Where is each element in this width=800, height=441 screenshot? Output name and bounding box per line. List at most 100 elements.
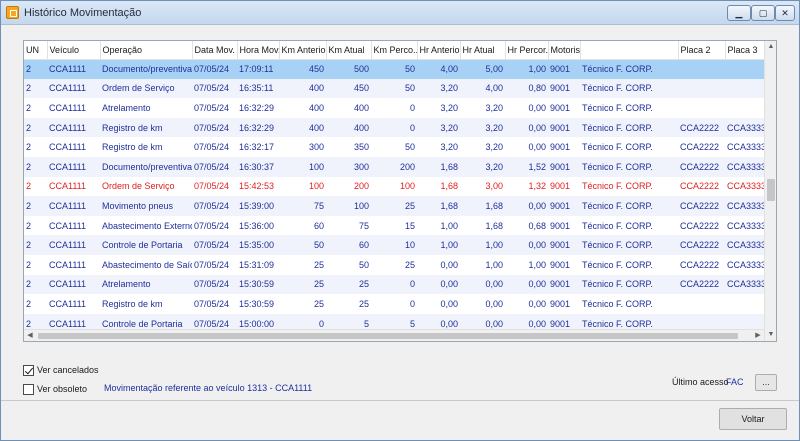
table-cell: CCA3333 [727, 259, 764, 270]
table-row[interactable]: 2 CCA1111 Documento/preventiva 07/05/24 16:3… [24, 156, 764, 177]
table-cell: Ordem de Serviço [102, 181, 175, 192]
table-cell: 2 [24, 78, 47, 99]
table-cell: 07/05/24 [192, 117, 237, 138]
horizontal-scrollbar[interactable]: ◀ ▶ [24, 329, 764, 341]
table-cell: 0,00 [505, 196, 548, 216]
table-cell: Técnico F. CORP. [580, 274, 678, 295]
table-cell: 60 [326, 235, 371, 255]
table-cell: CCA1111 [47, 235, 100, 255]
title-bar[interactable]: Histórico Movimentação ▁ ▢ ✕ [1, 1, 799, 25]
show-cancelled-checkbox[interactable] [23, 364, 34, 376]
column-header[interactable]: Placa 3 [725, 41, 765, 60]
table-row[interactable]: 2 CCA1111 Abastecimento Externo 07/05/24 15:… [24, 216, 764, 236]
table-cell: CCA2222 [680, 142, 720, 153]
table-cell: 60 [313, 220, 324, 231]
scroll-down-icon[interactable]: ▼ [765, 329, 777, 341]
vertical-scrollbar[interactable]: ▲ ▼ [764, 41, 776, 341]
table-row[interactable]: 2 CCA1111 Registro de km 07/05/24 16:32:29 40… [24, 117, 764, 138]
table-cell: 15:31:09 [239, 259, 275, 270]
table-cell: Abastecimento Externo [102, 220, 192, 231]
table-cell: CCA2222 [678, 156, 725, 177]
table-cell [678, 78, 725, 99]
table-row[interactable]: 2 CCA1111 Abastecimento de Saída 07/05/24 15… [24, 255, 764, 275]
table-row[interactable]: 2 CCA1111 Registro de km 07/05/24 16:32:17 30… [24, 137, 764, 157]
table-cell: 200 [371, 156, 417, 177]
table-cell: 0 [371, 274, 417, 295]
column-header[interactable]: Hr Anterior [417, 41, 461, 60]
table-cell: 15:42:53 [239, 181, 275, 192]
table-cell: 400 [279, 78, 326, 99]
table-cell: 3,20 [417, 78, 460, 99]
table-cell: 4,00 [417, 59, 460, 79]
maximize-button[interactable]: ▢ [751, 5, 775, 21]
column-header[interactable]: Km Atual [326, 41, 372, 60]
table-cell: 2 [26, 298, 32, 309]
table-cell: 450 [326, 78, 371, 99]
table-cell: 400 [279, 117, 326, 138]
table-row[interactable]: 2 CCA1111 Ordem de Serviço 07/05/24 16:35:11… [24, 78, 764, 99]
column-header[interactable]: Operação [100, 41, 193, 60]
table-cell: 15 [404, 220, 415, 231]
column-header[interactable] [580, 41, 679, 60]
table-cell: 75 [358, 220, 369, 231]
column-header[interactable]: Hr Percor... [505, 41, 549, 60]
table-cell: Técnico F. CORP. [582, 142, 653, 153]
table-cell: CCA3333 [727, 142, 764, 153]
table-cell: 16:30:37 [237, 156, 279, 177]
table-cell: 0 [409, 298, 415, 309]
table-cell: 0,00 [505, 274, 548, 295]
table-row[interactable]: 2 CCA1111 Documento/preventiva 07/05/24 17:0… [24, 59, 764, 79]
back-button[interactable]: Voltar [719, 408, 787, 430]
table-cell: 15:30:59 [237, 274, 279, 295]
table-cell: 25 [279, 274, 326, 295]
column-header[interactable]: Motorista [548, 41, 581, 60]
browse-button[interactable]: ... [755, 374, 777, 391]
table-row[interactable]: 2 CCA1111 Movimento pneus 07/05/24 15:39:00 7… [24, 196, 764, 216]
close-button[interactable]: ✕ [775, 5, 795, 21]
table-cell: 0,00 [528, 142, 546, 153]
table-cell: Atrelamento [100, 274, 192, 295]
column-header[interactable]: Hora Mov. [237, 41, 280, 60]
column-header[interactable]: Hr Atual [460, 41, 506, 60]
table-cell: CCA1111 [47, 196, 100, 216]
table-cell: Técnico F. CORP. [580, 117, 678, 138]
table-cell: 07/05/24 [194, 220, 230, 231]
table-cell: CCA1111 [49, 259, 87, 270]
scroll-right-icon[interactable]: ▶ [752, 330, 764, 342]
vertical-scroll-thumb[interactable] [767, 179, 775, 201]
horizontal-scroll-thumb[interactable] [38, 333, 738, 339]
table-row[interactable]: 2 CCA1111 Atrelamento 07/05/24 15:30:59 25 25 0… [24, 274, 764, 295]
last-access-label: Último acesso [672, 377, 729, 387]
table-cell: 07/05/24 [192, 78, 237, 99]
table-cell: Atrelamento [102, 102, 151, 113]
table-cell: 1,00 [528, 259, 546, 270]
table-cell: 2 [26, 142, 32, 153]
column-header[interactable]: Km Anterior [279, 41, 327, 60]
scroll-left-icon[interactable]: ◀ [24, 330, 36, 342]
show-cancelled-option[interactable]: Ver cancelados [23, 363, 99, 377]
table-cell: CCA2222 [678, 235, 725, 255]
column-header[interactable]: Data Mov. [192, 41, 238, 60]
table-cell: 50 [279, 235, 326, 255]
scroll-up-icon[interactable]: ▲ [765, 41, 777, 53]
table-row[interactable]: 2 CCA1111 Atrelamento 07/05/24 16:32:29 400 40… [24, 98, 764, 118]
column-header[interactable]: Veículo [47, 41, 101, 60]
table-cell: 0,00 [485, 298, 503, 309]
table-cell: 3,20 [460, 117, 505, 138]
table-cell: 25 [313, 298, 324, 309]
column-header[interactable]: UN [24, 41, 48, 60]
table-row[interactable]: 2 CCA1111 Controle de Portaria 07/05/24 15:3… [24, 235, 764, 255]
minimize-button[interactable]: ▁ [727, 5, 751, 21]
table-cell: CCA3333 [725, 117, 764, 138]
column-header[interactable]: Km Perco... [371, 41, 418, 60]
movement-grid[interactable]: UN Veículo Operação Data Mov. Hora Mov. Km An… [23, 40, 777, 342]
table-cell: CCA1111 [47, 78, 100, 99]
column-header[interactable]: Placa 2 [678, 41, 726, 60]
table-row[interactable]: 2 CCA1111 Ordem de Serviço 07/05/24 15:42:53… [24, 177, 764, 197]
table-cell: 3,20 [485, 142, 503, 153]
table-row[interactable]: 2 CCA1111 Registro de km 07/05/24 15:30:59 25… [24, 294, 764, 314]
show-obsolete-option[interactable]: Ver obsoleto [23, 382, 87, 396]
table-cell: 9001 [550, 298, 571, 309]
table-cell: 9001 [550, 142, 571, 153]
show-obsolete-checkbox[interactable] [23, 383, 34, 395]
